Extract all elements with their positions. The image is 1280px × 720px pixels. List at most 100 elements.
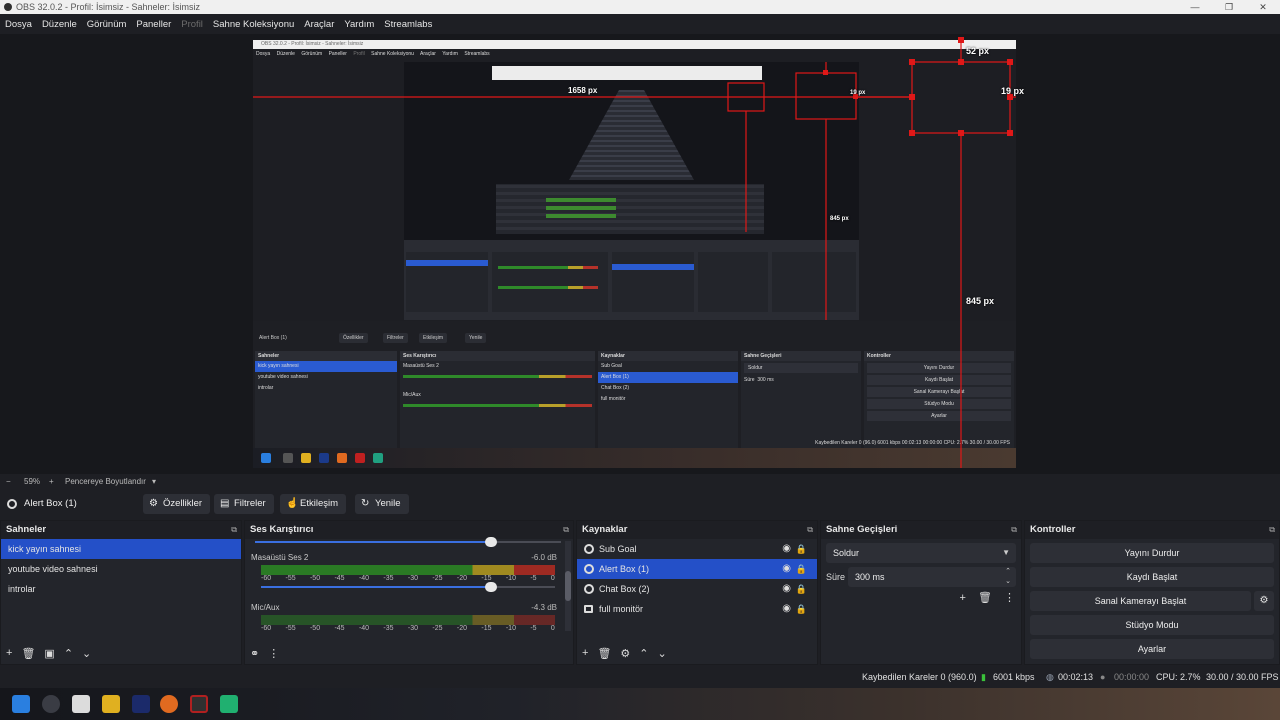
- minimize-button[interactable]: —: [1178, 0, 1212, 14]
- zoom-out-button[interactable]: −: [6, 474, 11, 490]
- link-icon[interactable]: ⚭: [250, 647, 259, 660]
- filters-button[interactable]: ▤ Filtreler: [214, 494, 274, 514]
- undock-icon[interactable]: ⧉: [563, 521, 569, 539]
- source-item[interactable]: Sub Goal ◉ 🔒: [577, 539, 817, 559]
- tick: -40: [358, 575, 370, 582]
- spin-buttons[interactable]: ⌃ ⌄: [1005, 567, 1011, 587]
- preview-canvas-area[interactable]: OBS 32.0.2 - Profil: İsimsiz - Sahneler:…: [0, 34, 1280, 474]
- eye-icon[interactable]: ◉: [782, 539, 791, 559]
- undock-icon[interactable]: ⧉: [1011, 521, 1017, 539]
- scrollbar-thumb[interactable]: [565, 571, 571, 601]
- close-button[interactable]: ✕: [1246, 0, 1280, 14]
- lock-icon[interactable]: 🔒: [796, 579, 807, 599]
- nested-transition-select: Soldur: [744, 363, 858, 373]
- measure-label-top: 52 px: [966, 46, 990, 56]
- gear-icon[interactable]: ⚙: [1254, 591, 1274, 611]
- lock-icon[interactable]: 🔒: [796, 559, 807, 579]
- mixer-scrollbar[interactable]: [565, 541, 571, 631]
- maximize-button[interactable]: ❐: [1212, 0, 1246, 14]
- scene-item[interactable]: kick yayın sahnesi: [1, 539, 241, 559]
- nested-duration-value: 300 ms: [757, 377, 774, 383]
- eye-icon[interactable]: ◉: [782, 579, 791, 599]
- lock-icon[interactable]: 🔒: [796, 599, 807, 619]
- tick: -10: [505, 575, 516, 582]
- chevron-down-icon[interactable]: ▾: [152, 474, 156, 490]
- mixer-dock-header: Ses Karıştırıcı ⧉: [245, 521, 573, 539]
- eye-icon[interactable]: ◉: [782, 559, 791, 579]
- more-options-icon[interactable]: ⋮: [1004, 592, 1015, 604]
- source-item[interactable]: full monitör ◉ 🔒: [577, 599, 817, 619]
- studio-mode-button[interactable]: Stüdyo Modu: [1030, 615, 1274, 635]
- track-name: Masaüstü Ses 2: [251, 553, 309, 562]
- volume-knob[interactable]: [485, 582, 497, 592]
- menu-edit[interactable]: Düzenle: [42, 19, 77, 30]
- lock-icon[interactable]: 🔒: [796, 539, 807, 559]
- menu-view[interactable]: Görünüm: [87, 19, 127, 30]
- more-options-icon[interactable]: ⋮: [268, 647, 279, 660]
- tick: -30: [407, 575, 419, 582]
- dropped-frames: Kaybedilen Kareler 0 (960.0): [862, 672, 977, 682]
- eye-icon[interactable]: ◉: [782, 599, 791, 619]
- undock-icon[interactable]: ⧉: [231, 521, 237, 539]
- trash-icon[interactable]: 🗑: [21, 647, 35, 660]
- gear-icon[interactable]: ⚙: [620, 647, 630, 660]
- properties-label: Özellikler: [163, 498, 203, 509]
- settings-button[interactable]: Ayarlar: [1030, 639, 1274, 659]
- move-up-icon[interactable]: ⌃: [639, 647, 648, 660]
- menu-scene-collection[interactable]: Sahne Koleksiyonu: [213, 19, 294, 30]
- volume-slider-prev[interactable]: [255, 537, 561, 547]
- refresh-button[interactable]: ↻ Yenile: [355, 494, 409, 514]
- search-icon[interactable]: [42, 695, 60, 713]
- preview-display[interactable]: OBS 32.0.2 - Profil: İsimsiz - Sahneler:…: [253, 40, 1016, 468]
- source-item[interactable]: Alert Box (1) ◉ 🔒: [577, 559, 817, 579]
- zoom-in-button[interactable]: +: [49, 474, 54, 490]
- menu-docks[interactable]: Paneller: [136, 19, 171, 30]
- add-transition-button[interactable]: +: [959, 592, 965, 604]
- zoom-bar: − 59% + Pencereye Boyutlandır ▾: [0, 474, 1280, 490]
- start-record-button[interactable]: Kaydı Başlat: [1030, 567, 1274, 587]
- scale-mode-select[interactable]: Pencereye Boyutlandır: [65, 474, 146, 490]
- add-source-button[interactable]: +: [582, 647, 588, 659]
- source-item[interactable]: Chat Box (2) ◉ 🔒: [577, 579, 817, 599]
- volume-knob[interactable]: [485, 537, 497, 547]
- transitions-dock-title: Sahne Geçişleri: [826, 524, 898, 535]
- task-view-icon[interactable]: [72, 695, 90, 713]
- menu-help[interactable]: Yardım: [344, 19, 374, 30]
- menu-profile[interactable]: Profil: [181, 19, 203, 30]
- tick: -35: [383, 575, 394, 582]
- scene-item[interactable]: youtube video sahnesi: [1, 559, 241, 579]
- audio-meter: [261, 565, 555, 575]
- scenes-dock: Sahneler ⧉ kick yayın sahnesi youtube vid…: [0, 520, 242, 665]
- menu-file[interactable]: Dosya: [5, 19, 32, 30]
- interact-button[interactable]: ☝ Etkileşim: [280, 494, 347, 514]
- controls-dock-title: Kontroller: [1030, 524, 1076, 535]
- trash-icon[interactable]: 🗑: [978, 592, 992, 604]
- start-virtualcam-button[interactable]: Sanal Kamerayı Başlat: [1030, 591, 1251, 611]
- move-down-icon[interactable]: ⌄: [82, 647, 91, 660]
- nested-dock-title: Kontroller: [864, 351, 1014, 361]
- stop-stream-button[interactable]: Yayını Durdur: [1030, 543, 1274, 563]
- menu-streamlabs[interactable]: Streamlabs: [384, 19, 432, 30]
- windows-start-icon[interactable]: [12, 695, 30, 713]
- firefox-icon[interactable]: [160, 695, 178, 713]
- undock-icon[interactable]: ⧉: [1269, 521, 1275, 539]
- scene-filters-icon[interactable]: ▣: [44, 647, 54, 660]
- file-explorer-icon[interactable]: [102, 695, 120, 713]
- duration-input[interactable]: 300 ms ⌃ ⌄: [848, 567, 1016, 587]
- add-scene-button[interactable]: +: [6, 647, 12, 659]
- properties-button[interactable]: ⚙ Özellikler: [143, 494, 211, 514]
- scene-item[interactable]: introlar: [1, 579, 241, 599]
- premiere-icon[interactable]: [132, 695, 150, 713]
- move-up-icon[interactable]: ⌃: [64, 647, 73, 660]
- menu-tools[interactable]: Araçlar: [304, 19, 334, 30]
- app-icon[interactable]: [220, 695, 238, 713]
- undock-icon[interactable]: ⧉: [807, 521, 813, 539]
- duration-label: Süre: [826, 572, 846, 582]
- volume-slider[interactable]: [261, 582, 555, 592]
- nested-control-button: Stüdyo Modu: [867, 399, 1011, 409]
- move-down-icon[interactable]: ⌄: [658, 647, 667, 660]
- nested-menu-item: Paneller: [328, 51, 347, 57]
- trash-icon[interactable]: 🗑: [597, 647, 611, 660]
- transition-select[interactable]: Soldur ▼: [826, 543, 1016, 563]
- obs-taskbar-icon[interactable]: [190, 695, 208, 713]
